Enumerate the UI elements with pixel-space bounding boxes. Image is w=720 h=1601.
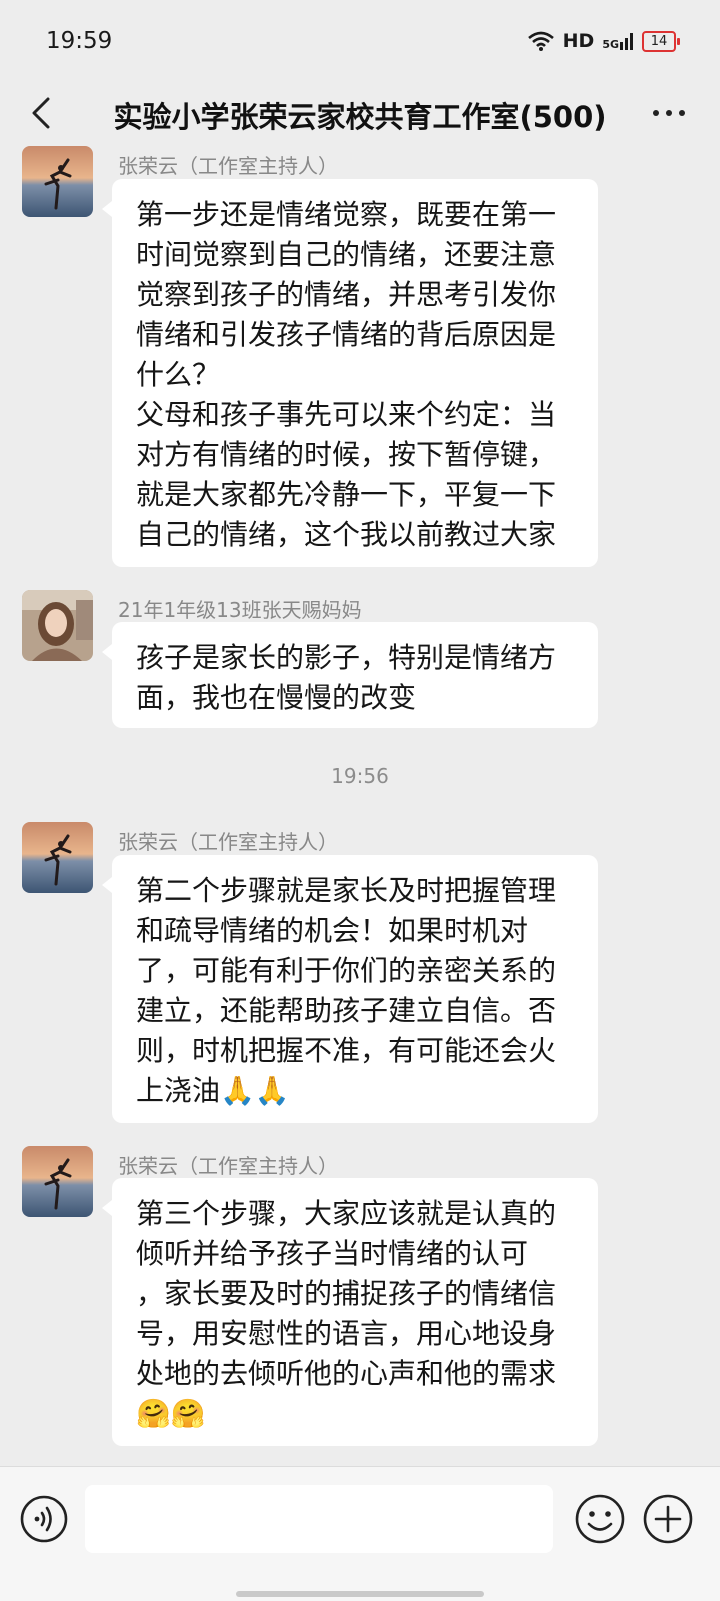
message-line: 和疏导情绪的机会！如果时机对 <box>136 914 529 947</box>
message-line: 建立，还能帮助孩子建立自信。否 <box>136 994 557 1027</box>
status-bar: 19:59 HD 5G 14 <box>0 0 720 80</box>
sender-name: 张荣云（工作室主持人） <box>118 1154 338 1178</box>
page-title: 实验小学张荣云家校共育工作室(500) <box>113 100 607 134</box>
more-actions-button[interactable] <box>640 1491 696 1547</box>
message-line: 就是大家都先冷静一下，平复一下 <box>136 478 557 511</box>
more-dots-icon <box>653 110 685 116</box>
input-bar <box>0 1466 720 1601</box>
message-line: 了，可能有利于你们的亲密关系的 <box>136 954 557 987</box>
voice-icon <box>20 1495 68 1543</box>
avatar[interactable] <box>22 590 93 661</box>
avatar[interactable] <box>22 822 93 893</box>
plus-icon <box>643 1494 693 1544</box>
emoji-button[interactable] <box>572 1491 628 1547</box>
dancer-avatar-image <box>22 146 93 217</box>
message-line: 时间觉察到自己的情绪，还要注意 <box>136 238 557 271</box>
message-line: 则，时机把握不准，有可能还会火 <box>136 1034 557 1067</box>
message-line: 自己的情绪，这个我以前教过大家 <box>136 518 557 551</box>
sender-name: 张荣云（工作室主持人） <box>118 830 338 854</box>
message-bubble[interactable]: 第二个步骤就是家长及时把握管理 和疏导情绪的机会！如果时机对 了，可能有利于你们… <box>102 855 598 1123</box>
message-line: 对方有情绪的时候，按下暂停键， <box>136 438 557 471</box>
message-bubble[interactable]: 第一步还是情绪觉察，既要在第一 时间觉察到自己的情绪，还要注意 觉察到孩子的情绪… <box>102 179 598 567</box>
message-line: 号，用安慰性的语言，用心地设身 <box>136 1317 557 1350</box>
message-line: 孩子是家长的影子，特别是情绪方 <box>136 641 557 674</box>
network-indicator: 5G <box>602 32 634 50</box>
sender-name: 21年1年级13班张天赐妈妈 <box>118 598 362 622</box>
message-input[interactable] <box>85 1485 553 1553</box>
message-line: 第一步还是情绪觉察，既要在第一 <box>136 198 557 231</box>
status-time: 19:59 <box>46 28 113 54</box>
dancer-avatar-image <box>22 1146 93 1217</box>
sender-name: 张荣云（工作室主持人） <box>118 154 338 178</box>
message-line: 第三个步骤，大家应该就是认真的 <box>136 1197 557 1230</box>
message-bubble[interactable]: 孩子是家长的影子，特别是情绪方 面，我也在慢慢的改变 <box>102 622 598 728</box>
message-line: 第二个步骤就是家长及时把握管理 <box>136 874 557 907</box>
home-indicator[interactable] <box>236 1591 484 1597</box>
signal-icon <box>620 33 633 50</box>
emoji-icon <box>575 1494 625 1544</box>
wifi-icon <box>527 31 554 51</box>
message-line: 上浇油🙏🙏 <box>136 1074 290 1107</box>
voice-button[interactable] <box>18 1493 70 1545</box>
avatar[interactable] <box>22 146 93 217</box>
woman-avatar-image <box>22 590 93 661</box>
message-line: 处地的去倾听他的心声和他的需求 <box>136 1357 557 1390</box>
message-line: 面，我也在慢慢的改变 <box>136 681 417 714</box>
message-bubble[interactable]: 第三个步骤，大家应该就是认真的 倾听并给予孩子当时情绪的认可 ，家长要及时的捕捉… <box>102 1178 598 1446</box>
message-line: ，家长要及时的捕捉孩子的情绪信 <box>136 1277 557 1310</box>
message-line: 父母和孩子事先可以来个约定：当 <box>136 398 557 431</box>
message-line: 情绪和引发孩子情绪的背后原因是 <box>136 318 557 351</box>
battery-icon: 14 <box>642 30 680 52</box>
status-icons: HD 5G 14 <box>527 30 680 52</box>
hd-indicator: HD <box>562 30 595 52</box>
message-line: 倾听并给予孩子当时情绪的认可 <box>136 1237 529 1270</box>
message-line: 什么？ <box>136 358 221 391</box>
more-button[interactable] <box>644 88 694 138</box>
chat-header: 实验小学张荣云家校共育工作室(500) <box>0 80 720 150</box>
chat-timestamp: 19:56 <box>331 764 389 788</box>
dancer-avatar-image <box>22 822 93 893</box>
message-line: 觉察到孩子的情绪，并思考引发你 <box>136 278 557 311</box>
avatar[interactable] <box>22 1146 93 1217</box>
message-line: 🤗🤗 <box>136 1397 206 1430</box>
